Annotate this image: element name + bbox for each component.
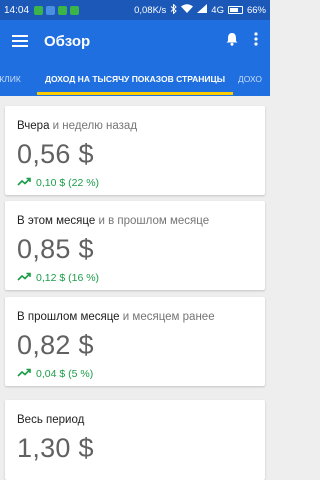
notifications-bell-icon[interactable] (226, 32, 238, 51)
trending-up-icon (17, 177, 31, 189)
wifi-icon (181, 4, 194, 16)
metric-change-value: 0,04 $ (5 %) (36, 368, 94, 380)
tab-page-rpm[interactable]: ДОХОД НА ТЫСЯЧУ ПОКАЗОВ СТРАНИЦЫ (37, 62, 233, 96)
metric-card-this-month[interactable]: В этом месяце и в прошлом месяце 0,85 $ … (5, 201, 265, 290)
trending-up-icon (17, 368, 31, 380)
card-title: В этом месяце (17, 215, 96, 227)
status-bar: 14:04 0,08K/s 4G 66% (0, 0, 270, 20)
app-bar: Обзор (0, 20, 270, 62)
metric-value: 0,56 $ (17, 139, 94, 169)
app-notification-icon (46, 5, 56, 15)
page-title: Обзор (44, 32, 91, 50)
bluetooth-icon (170, 2, 178, 17)
card-heading: В прошлом месяце и месяцем ранее (17, 311, 253, 323)
network-type: 4G (211, 4, 224, 16)
trending-up-icon (17, 272, 31, 284)
metric-value: 0,85 $ (17, 234, 94, 264)
metric-card-all-time[interactable]: Весь период 1,30 $ (5, 400, 265, 480)
card-subtitle: и в прошлом месяце (98, 215, 210, 227)
tab-revenue[interactable]: ДОХО (238, 62, 278, 96)
metrics-list[interactable]: Вчера и неделю назад 0,56 $ 0,10 $ (22 %… (0, 96, 270, 480)
battery-level: 66% (246, 4, 266, 16)
metric-change: 0,04 $ (5 %) (17, 368, 253, 380)
card-title: Вчера (17, 120, 50, 132)
card-heading: Вчера и неделю назад (17, 120, 253, 132)
more-options-icon[interactable] (254, 31, 258, 51)
signal-icon (197, 4, 208, 16)
metric-value: 0,82 $ (17, 330, 94, 360)
tab-bar: КЛИК ДОХОД НА ТЫСЯЧУ ПОКАЗОВ СТРАНИЦЫ ДО… (0, 62, 270, 96)
network-speed: 0,08K/s (134, 4, 167, 16)
tab-indicator (37, 92, 233, 95)
card-heading: Весь период (17, 414, 253, 426)
metric-change-value: 0,10 $ (22 %) (36, 177, 100, 189)
metric-change: 0,10 $ (22 %) (17, 177, 253, 189)
metric-card-last-month[interactable]: В прошлом месяце и месяцем ранее 0,82 $ … (5, 297, 265, 386)
app-notification-icon (58, 5, 68, 15)
metric-card-yesterday[interactable]: Вчера и неделю назад 0,56 $ 0,10 $ (22 %… (5, 106, 265, 195)
menu-icon[interactable] (12, 35, 28, 47)
metric-value: 1,30 $ (17, 433, 94, 463)
card-title: В прошлом месяце (17, 311, 120, 323)
app-notification-icon (34, 5, 44, 15)
card-subtitle: и неделю назад (52, 120, 138, 132)
app-notification-icon (70, 5, 80, 15)
battery-icon (227, 6, 243, 14)
clock: 14:04 (4, 4, 30, 16)
tab-clicks[interactable]: КЛИК (0, 62, 30, 96)
card-heading: В этом месяце и в прошлом месяце (17, 215, 253, 227)
card-subtitle: и месяцем ранее (122, 311, 215, 323)
card-title: Весь период (17, 414, 85, 426)
metric-change: 0,12 $ (16 %) (17, 272, 253, 284)
metric-change-value: 0,12 $ (16 %) (36, 272, 100, 284)
